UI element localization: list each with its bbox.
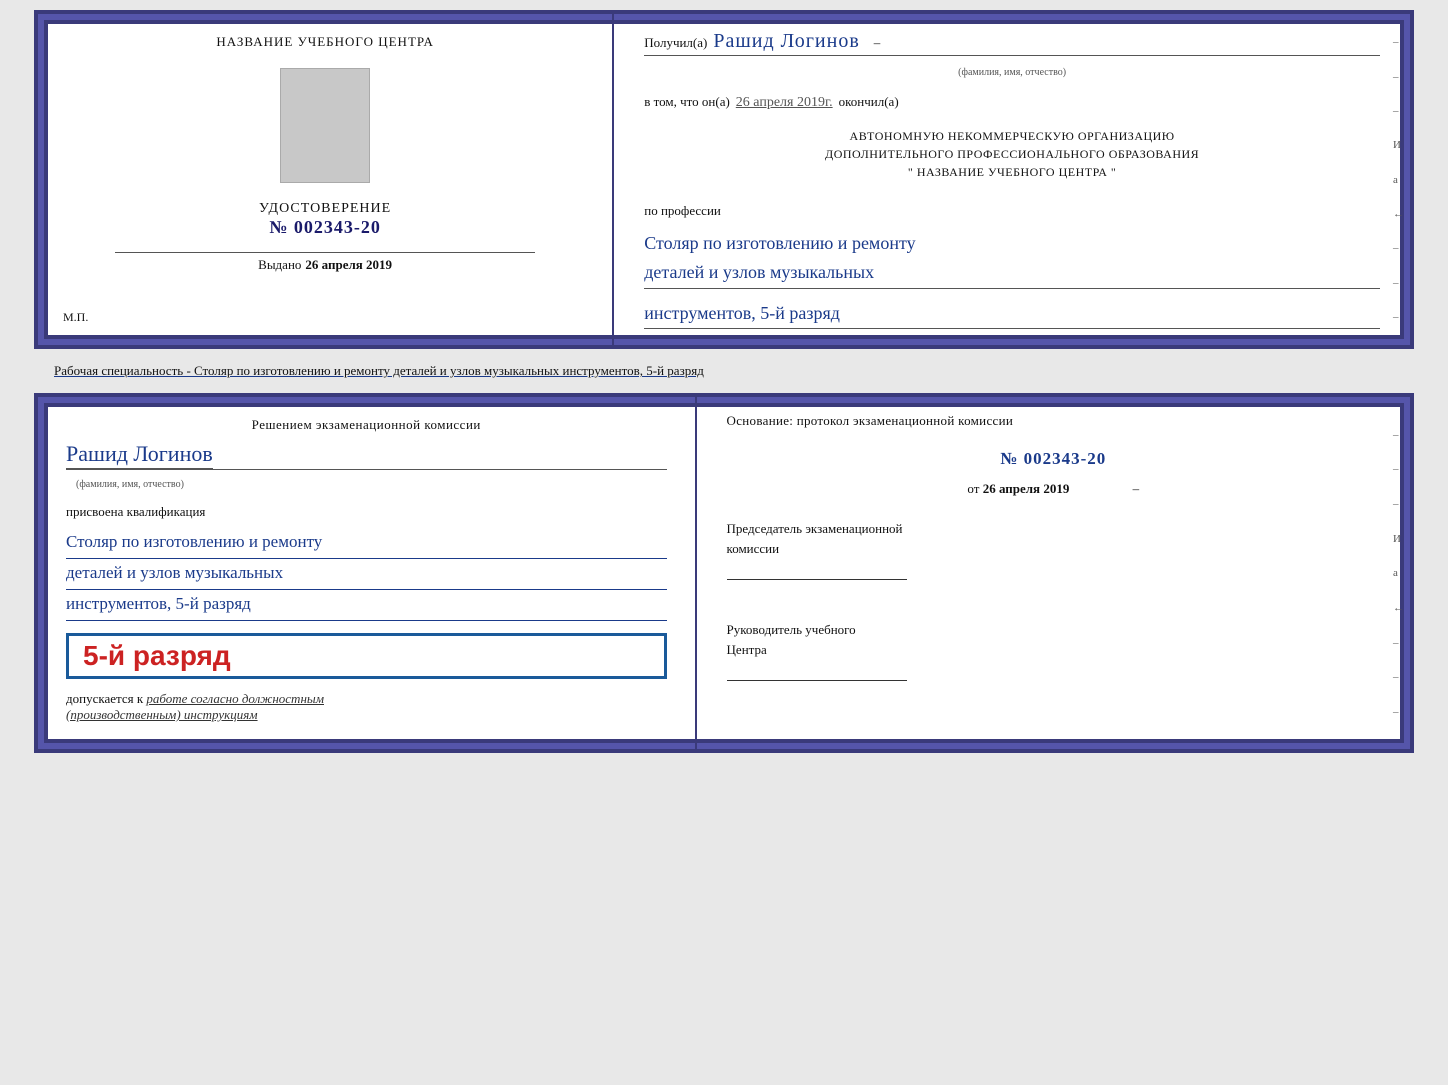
qualification-text: Столяр по изготовлению и ремонту деталей…	[66, 528, 667, 621]
qual-line2: деталей и узлов музыкальных	[66, 559, 667, 590]
prisvoena-label: присвоена квалификация	[66, 504, 667, 520]
cert-number: № 002343-20	[259, 217, 391, 238]
rukovoditel-block: Руководитель учебного Центра	[727, 608, 1380, 681]
rukovoditel-sign-line	[727, 663, 907, 681]
fio-subtitle-bottom: (фамилия, имя, отчество)	[76, 479, 667, 490]
osnovanie-text: Основание: протокол экзаменационной коми…	[727, 413, 1380, 429]
instruktsii-value: (производственным) инструкциям	[66, 707, 258, 722]
dopuskaetsya-label: допускается к	[66, 691, 143, 706]
bottom-recipient-name: Рашид Логинов	[66, 441, 213, 469]
profession-text: Столяр по изготовлению и ремонту деталей…	[644, 229, 1380, 289]
org-block: АВТОНОМНУЮ НЕКОММЕРЧЕСКУЮ ОРГАНИЗАЦИЮ ДО…	[644, 127, 1380, 181]
photo-placeholder	[280, 68, 370, 183]
cert-top-right: Получил(а) Рашид Логинов – (фамилия, имя…	[614, 14, 1410, 345]
proto-number: № 002343-20	[727, 449, 1380, 469]
ot-label: от	[967, 481, 979, 496]
right-dash1: –	[1133, 481, 1140, 496]
rank-text: 5-й разряд	[83, 640, 231, 671]
vydano-row: Выдано 26 апреля 2019	[258, 257, 392, 273]
recipient-name: Рашид Логинов	[713, 30, 859, 53]
ot-date-row: от 26 апреля 2019 –	[727, 481, 1380, 497]
dopuskaetsya-row: допускается к работе согласно должностны…	[66, 691, 667, 723]
center-title: НАЗВАНИЕ УЧЕБНОГО ЦЕНТРА	[216, 34, 433, 50]
vydano-label: Выдано	[258, 257, 301, 273]
po-professii-label: по профессии	[644, 203, 1380, 219]
rukovoditel-label: Руководитель учебного Центра	[727, 620, 1380, 659]
side-dashes-top: – – – И а ← – – –	[1393, 14, 1404, 345]
profession-line1: Столяр по изготовлению и ремонту	[644, 233, 915, 253]
side-dashes-bottom: – – – И а ← – – –	[1393, 397, 1404, 749]
org-line1: АВТОНОМНУЮ НЕКОММЕРЧЕСКУЮ ОРГАНИЗАЦИЮ	[644, 127, 1380, 145]
cert-bottom-left: Решением экзаменационной комиссии Рашид …	[38, 397, 697, 749]
qual-line3: инструментов, 5-й разряд	[66, 590, 667, 621]
dopuskaetsya-value: работе согласно должностным	[146, 691, 324, 706]
vtom-date: 26 апреля 2019г.	[736, 95, 833, 111]
fio-subtitle-top: (фамилия, имя, отчество)	[644, 67, 1380, 78]
profession-line2: деталей и узлов музыкальных	[644, 262, 874, 282]
ot-date: 26 апреля 2019	[983, 481, 1070, 496]
poluchil-label: Получил(а)	[644, 35, 707, 51]
org-line2: ДОПОЛНИТЕЛЬНОГО ПРОФЕССИОНАЛЬНОГО ОБРАЗО…	[644, 145, 1380, 163]
top-certificate: НАЗВАНИЕ УЧЕБНОГО ЦЕНТРА УДОСТОВЕРЕНИЕ №…	[34, 10, 1414, 349]
vtom-row: в том, что он(а) 26 апреля 2019г. окончи…	[644, 94, 1380, 111]
udostoverenie-block: УДОСТОВЕРЕНИЕ № 002343-20	[259, 201, 391, 238]
cert-top-left: НАЗВАНИЕ УЧЕБНОГО ЦЕНТРА УДОСТОВЕРЕНИЕ №…	[38, 14, 614, 345]
rank-badge: 5-й разряд	[66, 633, 667, 679]
predsedatel-block: Председатель экзаменационной комиссии	[727, 519, 1380, 580]
predsedatel-label: Председатель экзаменационной комиссии	[727, 519, 1380, 558]
udostoverenie-label: УДОСТОВЕРЕНИЕ	[259, 201, 391, 217]
predsedatel-sign-line	[727, 562, 907, 580]
dash-right: –	[874, 35, 881, 51]
mp-label: М.П.	[63, 310, 88, 325]
qual-line1: Столяр по изготовлению и ремонту	[66, 528, 667, 559]
decision-text: Решением экзаменационной комиссии	[66, 417, 667, 433]
vydano-date: 26 апреля 2019	[305, 257, 392, 273]
vtom-label: в том, что он(а)	[644, 94, 730, 110]
specialty-text: Рабочая специальность - Столяр по изгото…	[34, 357, 1414, 385]
okonchil-label: окончил(а)	[839, 94, 899, 110]
profession-line3: инструментов, 5-й разряд	[644, 299, 1380, 330]
divider	[115, 252, 534, 253]
cert-bottom-right: Основание: протокол экзаменационной коми…	[697, 397, 1410, 749]
bottom-certificate: Решением экзаменационной комиссии Рашид …	[34, 393, 1414, 753]
org-line3: " НАЗВАНИЕ УЧЕБНОГО ЦЕНТРА "	[644, 163, 1380, 181]
